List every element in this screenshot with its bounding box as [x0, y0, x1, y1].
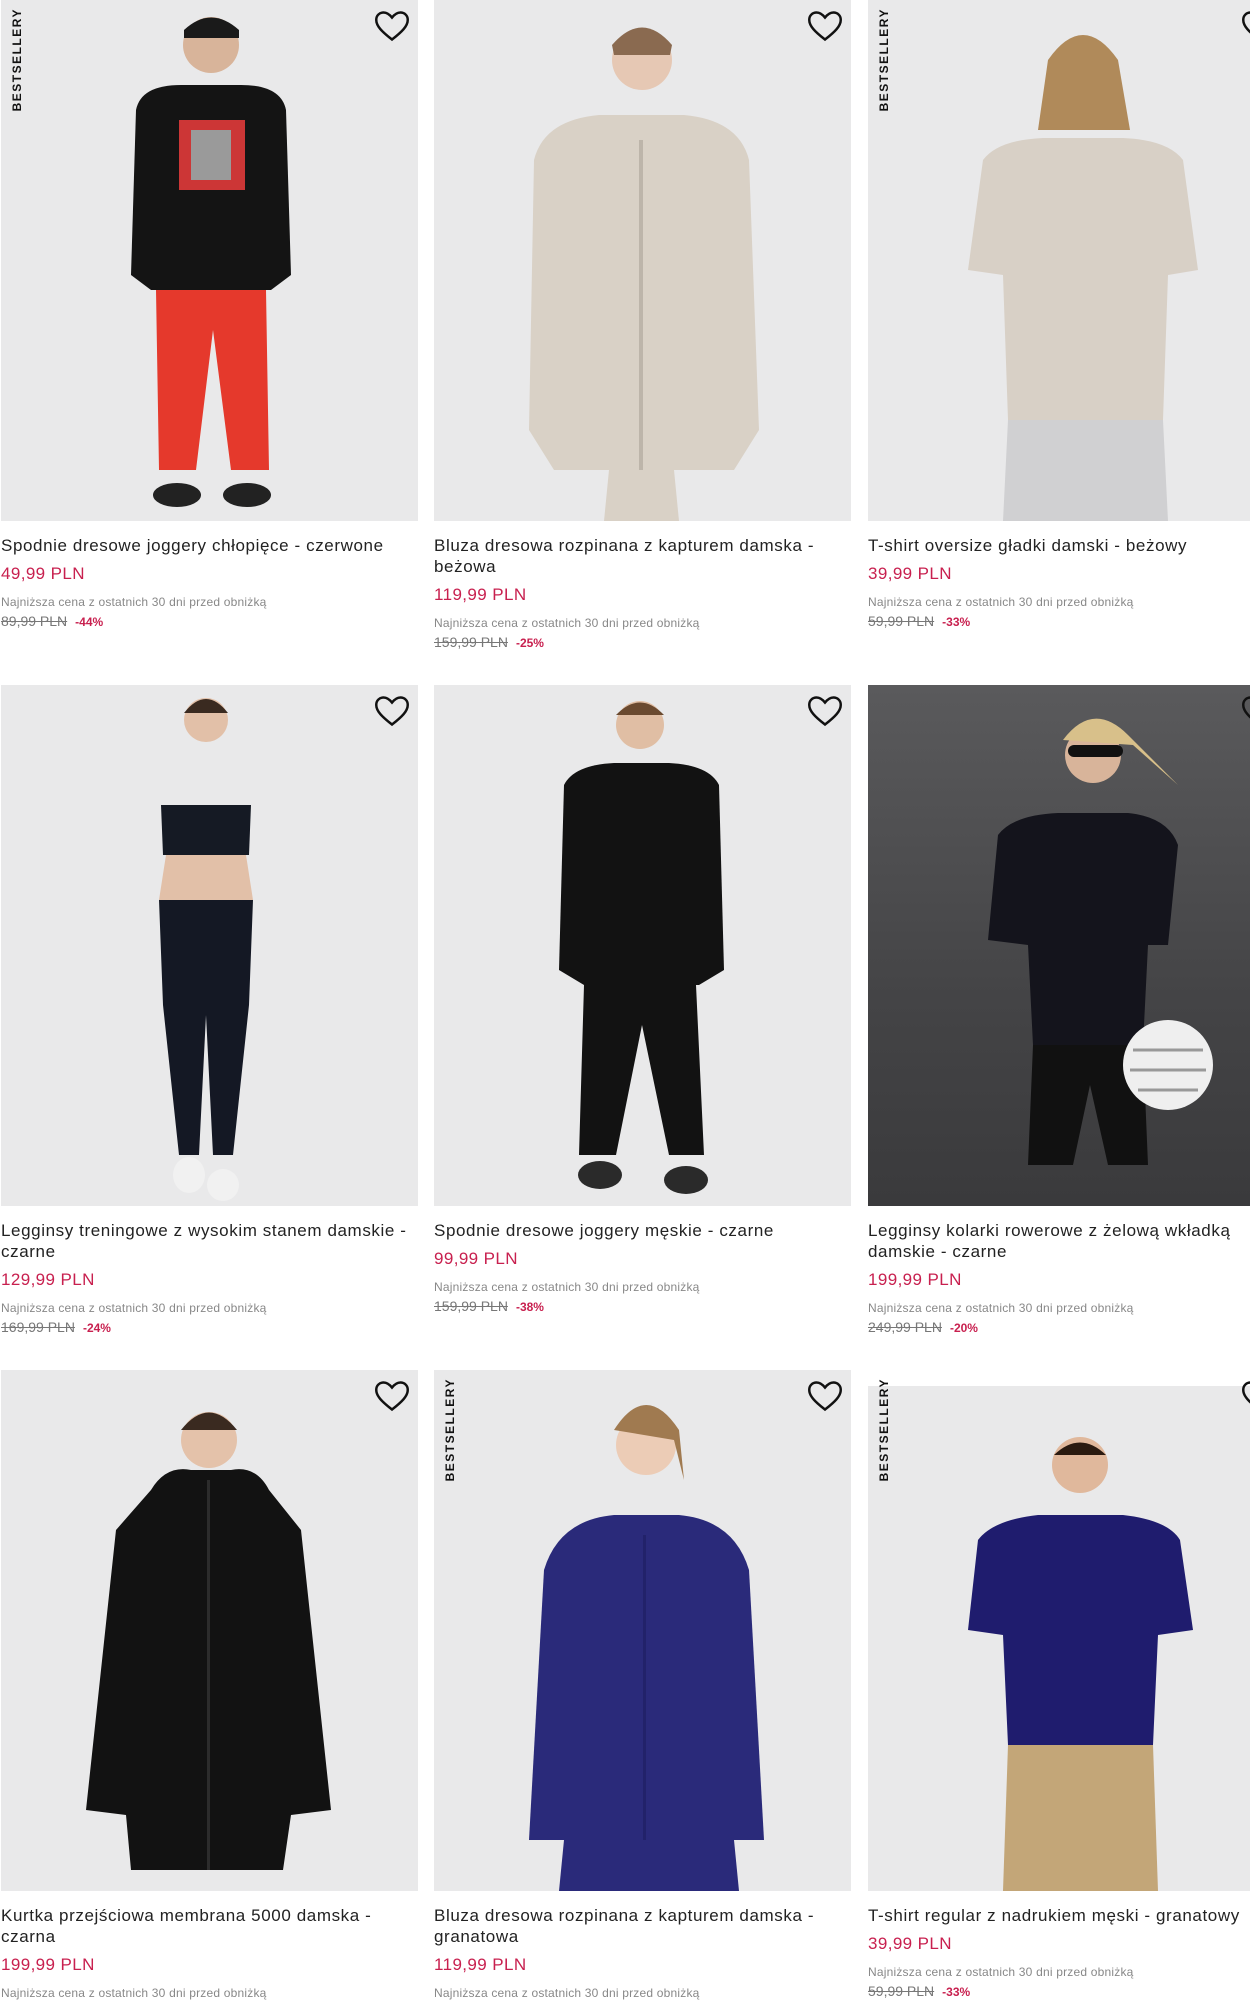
- old-price: 59,99 PLN: [868, 1983, 935, 1999]
- lowest-price-label: Najniższa cena z ostatnich 30 dni przed …: [868, 595, 1134, 609]
- wishlist-button[interactable]: [1241, 695, 1250, 727]
- product-info: Kurtka przejściowa membrana 5000 damska …: [1, 1905, 418, 2000]
- discount-badge: -44%: [75, 615, 104, 629]
- heart-outline-icon: [808, 11, 842, 42]
- product-photo-man-black-joggers: [559, 701, 724, 1194]
- product-price: 199,99 PLN: [1, 1955, 95, 1974]
- lowest-price-label: Najniższa cena z ostatnich 30 dni przed …: [1, 1301, 267, 1315]
- product-price: 129,99 PLN: [1, 1270, 95, 1289]
- product-photo-man-navy-tshirt: [868, 1370, 1250, 1891]
- heart-outline-icon: [1242, 11, 1250, 34]
- product-info: Spodnie dresowe joggery chłopięce - czer…: [1, 535, 418, 629]
- heart-outline-icon: [375, 1381, 409, 1412]
- product-price: 119,99 PLN: [434, 585, 527, 604]
- product-info: Legginsy treningowe z wysokim stanem dam…: [1, 1220, 418, 1335]
- heart-outline-icon: [1242, 1381, 1250, 1404]
- heart-outline-icon: [375, 696, 409, 727]
- product-name[interactable]: T-shirt regular z nadrukiem męski - gran…: [868, 1905, 1250, 1926]
- product-image[interactable]: BESTSELLERY: [868, 0, 1250, 521]
- product-name[interactable]: Spodnie dresowe joggery męskie - czarne: [434, 1220, 851, 1241]
- lowest-price-label: Najniższa cena z ostatnich 30 dni przed …: [434, 1986, 700, 2000]
- product-info: T-shirt oversize gładki damski - beżowy …: [868, 535, 1250, 629]
- old-price: 89,99 PLN: [1, 613, 68, 629]
- product-photo-boy: [131, 17, 291, 507]
- product-price: 99,99 PLN: [434, 1249, 518, 1268]
- lowest-price-label: Najniższa cena z ostatnich 30 dni przed …: [1, 595, 267, 609]
- bestseller-badge: BESTSELLERY: [443, 1378, 457, 1482]
- product-info: Spodnie dresowe joggery męskie - czarne …: [434, 1220, 851, 1314]
- product-name[interactable]: Kurtka przejściowa membrana 5000 damska …: [1, 1905, 418, 1947]
- lowest-price-label: Najniższa cena z ostatnich 30 dni przed …: [868, 1301, 1134, 1315]
- heart-outline-icon: [808, 1381, 842, 1412]
- product-name[interactable]: Spodnie dresowe joggery chłopięce - czer…: [1, 535, 418, 556]
- product-name[interactable]: T-shirt oversize gładki damski - beżowy: [868, 535, 1250, 556]
- old-price-row: 159,99 PLN -25%: [434, 634, 851, 650]
- product-info: Bluza dresowa rozpinana z kapturem damsk…: [434, 535, 851, 650]
- discount-badge: -24%: [82, 1321, 111, 1335]
- heart-outline-icon: [808, 696, 842, 727]
- heart-outline-icon: [1242, 696, 1250, 719]
- wishlist-button[interactable]: [1241, 1380, 1250, 1412]
- product-info: Bluza dresowa rozpinana z kapturem damsk…: [434, 1905, 851, 2000]
- product-photo-woman-beige-hoodie: [529, 27, 759, 521]
- product-price: 49,99 PLN: [1, 564, 85, 583]
- discount-badge: -33%: [942, 1985, 971, 1999]
- lowest-price-label: Najniższa cena z ostatnich 30 dni przed …: [434, 616, 700, 630]
- product-name[interactable]: Bluza dresowa rozpinana z kapturem damsk…: [434, 535, 851, 577]
- old-price: 249,99 PLN: [868, 1319, 942, 1335]
- old-price: 159,99 PLN: [434, 634, 508, 650]
- old-price-row: 169,99 PLN -24%: [1, 1319, 418, 1335]
- product-price: 119,99 PLN: [434, 1955, 527, 1974]
- product-name[interactable]: Bluza dresowa rozpinana z kapturem damsk…: [434, 1905, 851, 1947]
- wishlist-button[interactable]: [807, 10, 843, 42]
- product-photo-woman-cycling: [988, 718, 1213, 1165]
- product-name[interactable]: Legginsy treningowe z wysokim stanem dam…: [1, 1220, 418, 1262]
- product-grid: BESTSELLERY Spodnie dresowe joggery chło…: [0, 0, 1250, 2014]
- old-price: 59,99 PLN: [868, 613, 935, 629]
- lowest-price-label: Najniższa cena z ostatnich 30 dni przed …: [1, 1986, 267, 2000]
- product-image[interactable]: [434, 0, 851, 521]
- wishlist-button[interactable]: [374, 10, 410, 42]
- wishlist-button[interactable]: [1241, 10, 1250, 42]
- old-price-row: 159,99 PLN -38%: [434, 1298, 851, 1314]
- discount-badge: -33%: [942, 615, 971, 629]
- old-price-row: 59,99 PLN -33%: [868, 613, 1250, 629]
- wishlist-button[interactable]: [374, 1380, 410, 1412]
- product-photo-woman-beige-tshirt: [968, 35, 1198, 521]
- product-photo-woman-leggings: [159, 698, 253, 1201]
- product-image[interactable]: [434, 685, 851, 1206]
- bestseller-badge: BESTSELLERY: [877, 8, 891, 112]
- bestseller-badge: BESTSELLERY: [10, 8, 24, 112]
- discount-badge: -25%: [515, 636, 544, 650]
- old-price-row: 59,99 PLN -33%: [868, 1983, 1250, 1999]
- product-image[interactable]: [1, 1370, 418, 1891]
- discount-badge: -38%: [515, 1300, 544, 1314]
- discount-badge: -20%: [949, 1321, 978, 1335]
- product-image[interactable]: BESTSELLERY: [1, 0, 418, 521]
- old-price-row: 89,99 PLN -44%: [1, 613, 418, 629]
- product-photo-woman-black-jacket: [86, 1412, 331, 1870]
- wishlist-button[interactable]: [807, 1380, 843, 1412]
- product-photo-woman-navy-hoodie: [529, 1405, 764, 1891]
- bestseller-badge: BESTSELLERY: [877, 1378, 891, 1482]
- product-image[interactable]: BESTSELLERY: [434, 1370, 851, 1891]
- wishlist-button[interactable]: [807, 695, 843, 727]
- product-price: 39,99 PLN: [868, 1934, 952, 1953]
- product-image[interactable]: BESTSELLERY: [868, 1370, 1250, 1891]
- old-price: 169,99 PLN: [1, 1319, 75, 1335]
- product-price: 39,99 PLN: [868, 564, 952, 583]
- lowest-price-label: Najniższa cena z ostatnich 30 dni przed …: [434, 1280, 700, 1294]
- wishlist-button[interactable]: [374, 695, 410, 727]
- product-price: 199,99 PLN: [868, 1270, 962, 1289]
- lowest-price-label: Najniższa cena z ostatnich 30 dni przed …: [868, 1965, 1134, 1979]
- old-price-row: 249,99 PLN -20%: [868, 1319, 1250, 1335]
- old-price: 159,99 PLN: [434, 1298, 508, 1314]
- product-image[interactable]: [868, 685, 1250, 1206]
- product-info: Legginsy kolarki rowerowe z żelową wkład…: [868, 1220, 1250, 1335]
- product-name[interactable]: Legginsy kolarki rowerowe z żelową wkład…: [868, 1220, 1250, 1262]
- heart-outline-icon: [375, 11, 409, 42]
- product-image[interactable]: [1, 685, 418, 1206]
- product-info: T-shirt regular z nadrukiem męski - gran…: [868, 1905, 1250, 1999]
